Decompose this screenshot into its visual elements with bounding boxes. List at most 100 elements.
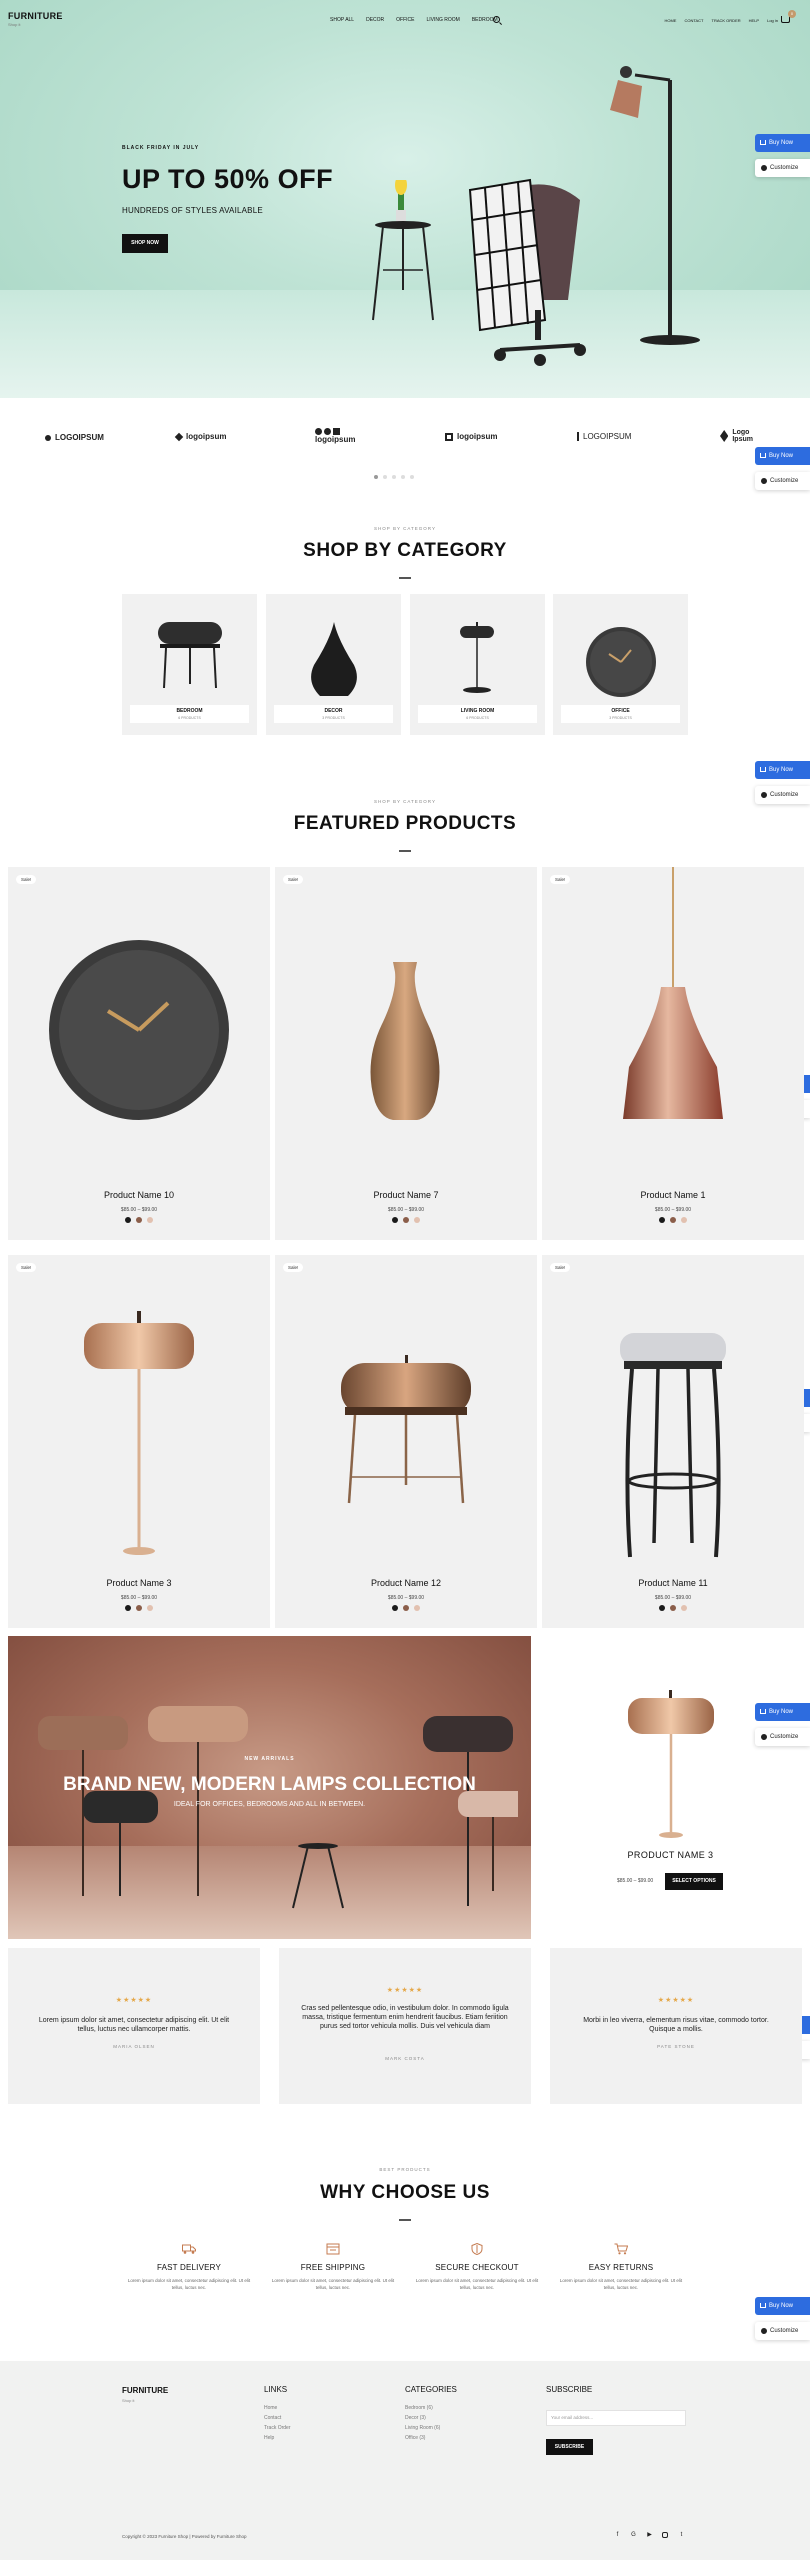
banner-kicker: NEW ARRIVALS (244, 1756, 295, 1762)
select-options-button[interactable]: SELECT OPTIONS (665, 1873, 723, 1890)
swatch-brown[interactable] (670, 1217, 676, 1223)
swatch-black[interactable] (125, 1217, 131, 1223)
swatch-blush[interactable] (147, 1217, 153, 1223)
partner-logo: logoipsum (315, 428, 355, 444)
util-contact[interactable]: CONTACT (684, 18, 703, 23)
product-card[interactable]: Sale! Product Name 3 $85.00 – $99.00 (8, 1255, 270, 1628)
product-price: $85.00 – $99.00 (654, 1595, 692, 1601)
product-card[interactable]: Sale! Product Name 11 $85.00 – $99.00 (542, 1255, 804, 1628)
clock-image (586, 627, 656, 697)
chair-image (468, 178, 586, 366)
facebook-icon[interactable]: f (614, 2532, 621, 2539)
customize-button[interactable]: Customize (755, 2322, 810, 2340)
swatch-black[interactable] (125, 1605, 131, 1611)
youtube-icon[interactable]: ▶ (646, 2532, 653, 2539)
swatch-blush[interactable] (414, 1605, 420, 1611)
footer-category-decor[interactable]: Decor (3) (405, 2415, 426, 2421)
sale-badge: Sale! (550, 1263, 571, 1272)
vase-image (370, 962, 440, 1120)
twitter-icon[interactable]: t (678, 2532, 685, 2539)
carousel-dot[interactable] (401, 475, 405, 479)
footer-link-track-order[interactable]: Track Order (264, 2425, 290, 2431)
swatch-black[interactable] (659, 1605, 665, 1611)
cart-icon (760, 140, 766, 145)
footer-link-contact[interactable]: Contact (264, 2415, 281, 2421)
category-card-office[interactable]: OFFICE 3 PRODUCTS (553, 594, 688, 735)
buy-now-button[interactable]: Buy Now (755, 2297, 810, 2315)
sale-badge: Sale! (283, 1263, 304, 1272)
google-icon[interactable]: G (630, 2532, 637, 2539)
category-card-bedroom[interactable]: BEDROOM 6 PRODUCTS (122, 594, 257, 735)
swatch-brown[interactable] (670, 1605, 676, 1611)
buy-now-button[interactable]: Buy Now (755, 1703, 810, 1721)
swatch-black[interactable] (392, 1605, 398, 1611)
footer-category-bedroom[interactable]: Bedroom (6) (405, 2405, 433, 2411)
footer-link-home[interactable]: Home (264, 2405, 277, 2411)
product-name[interactable]: Product Name 10 (8, 1190, 270, 1200)
nav-shop-all[interactable]: SHOP ALL (330, 17, 354, 23)
brand-logo[interactable]: FURNITURE (8, 11, 63, 21)
swatch-blush[interactable] (147, 1605, 153, 1611)
swatch-blush[interactable] (414, 1217, 420, 1223)
nav-living-room[interactable]: LIVING ROOM (427, 17, 460, 23)
customize-button[interactable]: Customize (755, 1728, 810, 1746)
palette-icon (761, 478, 767, 484)
buy-now-button[interactable]: Buy Now (755, 761, 810, 779)
product-name[interactable]: Product Name 1 (542, 1190, 804, 1200)
shop-now-button[interactable]: SHOP NOW (122, 234, 168, 253)
why-kicker: BEST PRODUCTS (379, 2167, 431, 2172)
swatch-black[interactable] (659, 1217, 665, 1223)
instagram-icon[interactable] (662, 2532, 668, 2538)
carousel-dot[interactable] (383, 475, 387, 479)
nav-decor[interactable]: DECOR (366, 17, 384, 23)
product-name[interactable]: Product Name 3 (8, 1578, 270, 1588)
carousel-dot[interactable] (410, 475, 414, 479)
carousel-dot[interactable] (374, 475, 378, 479)
swatch-black[interactable] (392, 1217, 398, 1223)
footer-link-help[interactable]: Help (264, 2435, 274, 2441)
footer-category-office[interactable]: Office (3) (405, 2435, 425, 2441)
category-card-decor[interactable]: DECOR 3 PRODUCTS (266, 594, 401, 735)
color-swatches (8, 1605, 270, 1611)
customize-button[interactable]: Customize (755, 159, 810, 177)
search-icon[interactable] (493, 16, 500, 23)
product-name[interactable]: Product Name 11 (542, 1578, 804, 1588)
swatch-brown[interactable] (403, 1605, 409, 1611)
testimonial-card: ★★★★★ Lorem ipsum dolor sit amet, consec… (8, 1948, 260, 2104)
logo-mark-icon (333, 428, 340, 435)
floor-lamp-image[interactable] (622, 1690, 720, 1840)
swatch-blush[interactable] (681, 1605, 687, 1611)
product-name[interactable]: Product Name 7 (275, 1190, 537, 1200)
color-swatches (542, 1217, 804, 1223)
util-track-order[interactable]: TRACK ORDER (712, 18, 741, 23)
footer-categories-heading: CATEGORIES (405, 2385, 457, 2394)
subscribe-button[interactable]: SUBSCRIBE (546, 2439, 593, 2455)
product-name[interactable]: Product Name 12 (275, 1578, 537, 1588)
category-title: SHOP BY CATEGORY (303, 540, 507, 561)
featured-product-name[interactable]: PRODUCT NAME 3 (548, 1850, 793, 1860)
buy-now-button[interactable]: Buy Now (755, 134, 810, 152)
testimonial-card: ★★★★★ Cras sed pellentesque odio, in ves… (279, 1948, 531, 2104)
util-home[interactable]: HOME (664, 18, 676, 23)
banner-subtitle: IDEAL FOR OFFICES, BEDROOMS AND ALL IN B… (173, 1801, 366, 1808)
swatch-brown[interactable] (403, 1217, 409, 1223)
product-card[interactable]: Sale! Product Name 10 $85.00 – $99.00 (8, 867, 270, 1240)
testimonial-card: ★★★★★ Morbi in leo viverra, elementum ri… (550, 1948, 802, 2104)
footer-brand[interactable]: FURNITURE (122, 2386, 168, 2395)
customize-button[interactable]: Customize (755, 472, 810, 490)
product-card[interactable]: Sale! Product Name 1 $85.00 – $99.00 (542, 867, 804, 1240)
carousel-dot[interactable] (392, 475, 396, 479)
util-help[interactable]: HELP (749, 18, 759, 23)
swatch-brown[interactable] (136, 1605, 142, 1611)
swatch-brown[interactable] (136, 1217, 142, 1223)
lamps-collection-banner[interactable]: NEW ARRIVALS BRAND NEW, MODERN LAMPS COL… (8, 1636, 531, 1939)
nav-office[interactable]: OFFICE (396, 17, 414, 23)
util-login[interactable]: Log in (767, 18, 778, 23)
swatch-blush[interactable] (681, 1217, 687, 1223)
product-card[interactable]: Sale! Product Name 12 $85.00 – $99.00 (275, 1255, 537, 1628)
email-input[interactable]: Your email address... (546, 2410, 686, 2426)
product-card[interactable]: Sale! Product Name 7 $85.00 – $99.00 (275, 867, 537, 1240)
footer-category-living-room[interactable]: Living Room (6) (405, 2425, 440, 2431)
category-card-living-room[interactable]: LIVING ROOM 6 PRODUCTS (410, 594, 545, 735)
cart-icon (760, 1709, 766, 1714)
